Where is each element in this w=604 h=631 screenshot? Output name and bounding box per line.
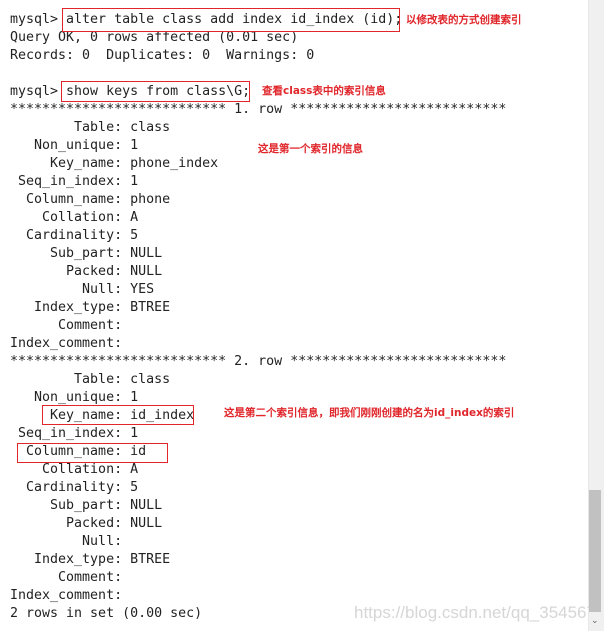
terminal-line: Sub_part: NULL — [10, 498, 163, 513]
annotation-alter: 以修改表的方式创建索引 — [406, 14, 522, 26]
scroll-down-icon[interactable]: ⌄ — [591, 616, 599, 626]
highlight-alter-command — [62, 8, 400, 32]
terminal-line: Collation: A — [10, 462, 139, 477]
terminal-line: Table: class — [10, 372, 171, 387]
terminal-line: Seq_in_index: 1 — [10, 174, 139, 189]
terminal-line: Column_name: phone — [10, 192, 171, 207]
terminal-line: Index_type: BTREE — [10, 300, 171, 315]
terminal-line: Records: 0 Duplicates: 0 Warnings: 0 — [10, 48, 315, 63]
scrollbar-thumb[interactable] — [589, 490, 601, 612]
terminal-line: Comment: — [10, 570, 131, 585]
terminal-line: Collation: A — [10, 210, 139, 225]
annotation-row1: 这是第一个索引的信息 — [258, 143, 363, 155]
terminal-line: Non_unique: 1 — [10, 138, 139, 153]
terminal-line: Packed: NULL — [10, 264, 163, 279]
terminal-line: *************************** 1. row *****… — [10, 102, 507, 117]
terminal-line: Seq_in_index: 1 — [10, 426, 139, 441]
highlight-key-name — [42, 405, 194, 425]
terminal-line: Cardinality: 5 — [10, 228, 139, 243]
terminal-line: Comment: — [10, 318, 131, 333]
terminal-line: Null: — [10, 534, 131, 549]
terminal-line: 2 rows in set (0.00 sec) — [10, 606, 203, 621]
terminal-line: Index_comment: — [10, 336, 131, 351]
terminal-line: Sub_part: NULL — [10, 246, 163, 261]
annotation-row2: 这是第二个索引信息，即我们刚刚创建的名为id_index的索引 — [224, 407, 515, 419]
terminal-line: Key_name: phone_index — [10, 156, 219, 171]
highlight-column-name — [17, 443, 168, 463]
terminal-line: Index_comment: — [10, 588, 131, 603]
terminal-line: Cardinality: 5 — [10, 480, 139, 495]
highlight-show-keys-command — [61, 81, 250, 102]
terminal-line: Index_type: BTREE — [10, 552, 171, 567]
watermark: https://blog.csdn.net/qq_35456705 — [354, 603, 604, 622]
annotation-show-keys: 查看class表中的索引信息 — [262, 85, 386, 97]
terminal-line: Null: YES — [10, 282, 155, 297]
terminal-line: *************************** 2. row *****… — [10, 354, 507, 369]
terminal-line: Packed: NULL — [10, 516, 163, 531]
terminal-line: Table: class — [10, 120, 171, 135]
